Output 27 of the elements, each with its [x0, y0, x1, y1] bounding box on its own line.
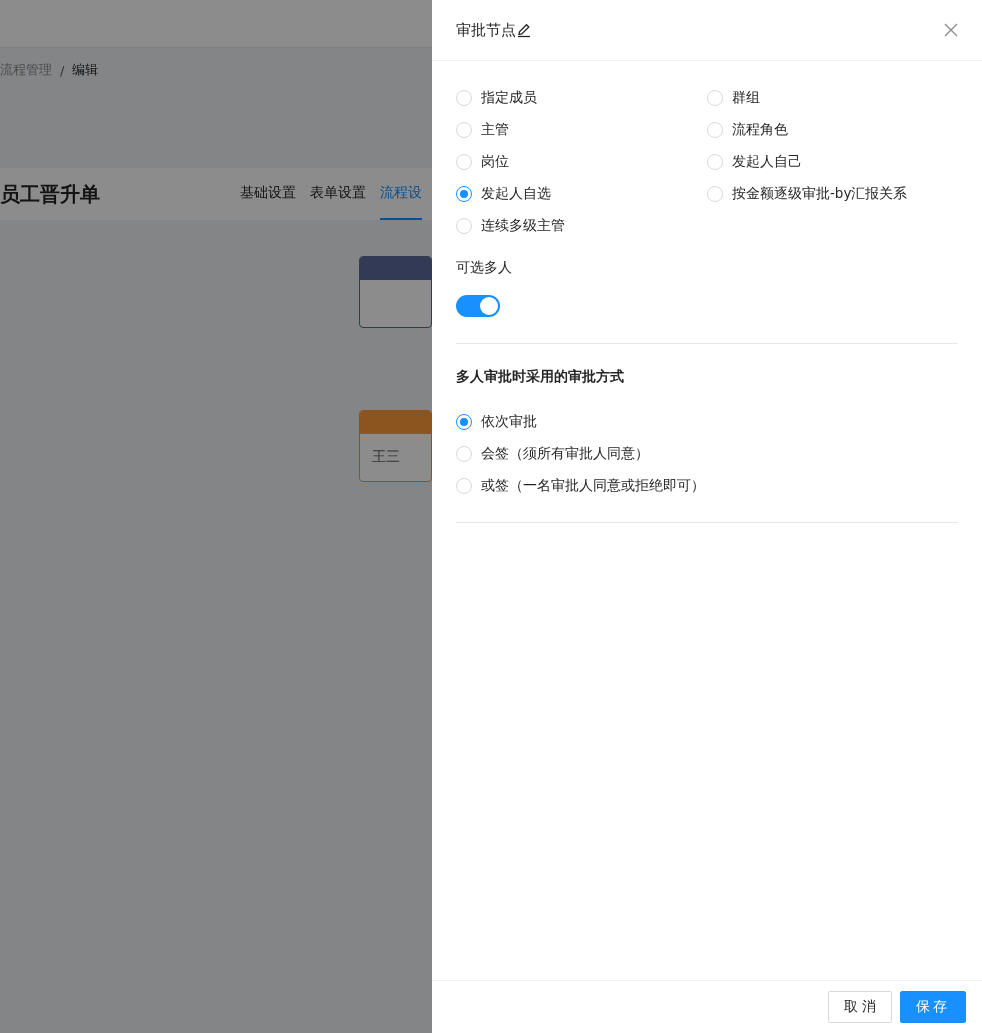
cancel-button[interactable]: 取 消: [827, 991, 892, 1023]
radio-option[interactable]: 按金额逐级审批-by汇报关系: [707, 183, 958, 205]
radio-option[interactable]: 或签（一名审批人同意或拒绝即可）: [456, 475, 958, 497]
node-assignee: 王三: [371, 447, 401, 466]
radio-option[interactable]: 主管: [456, 119, 707, 141]
radio-option[interactable]: 岗位: [456, 151, 707, 173]
toggle-switch[interactable]: [456, 295, 500, 317]
section-heading: 多人审批时采用的审批方式: [456, 368, 625, 386]
close-button[interactable]: [944, 23, 958, 37]
breadcrumb-separator: /: [60, 62, 65, 78]
radio-option[interactable]: 群组: [707, 87, 958, 109]
tab[interactable]: 表单设置: [310, 168, 366, 220]
radio-option[interactable]: 连续多级主管: [456, 215, 707, 237]
radio-option[interactable]: 依次审批: [456, 411, 958, 433]
pencil-icon[interactable]: [516, 22, 532, 38]
drawer-title: 审批节点: [456, 20, 516, 40]
flow-node[interactable]: [359, 256, 432, 328]
tab[interactable]: 基础设置: [240, 168, 296, 220]
page-title: 员工晋升单: [0, 180, 101, 208]
radio-option[interactable]: 流程角色: [707, 119, 958, 141]
switch-label: 可选多人: [456, 259, 513, 277]
breadcrumb-item[interactable]: 编辑: [72, 61, 99, 79]
radio-option[interactable]: 指定成员: [456, 87, 707, 109]
radio-option[interactable]: 发起人自选: [456, 183, 707, 205]
radio-option[interactable]: 发起人自己: [707, 151, 958, 173]
radio-option[interactable]: 会签（须所有审批人同意）: [456, 443, 958, 465]
flow-node[interactable]: 王三: [359, 410, 432, 482]
